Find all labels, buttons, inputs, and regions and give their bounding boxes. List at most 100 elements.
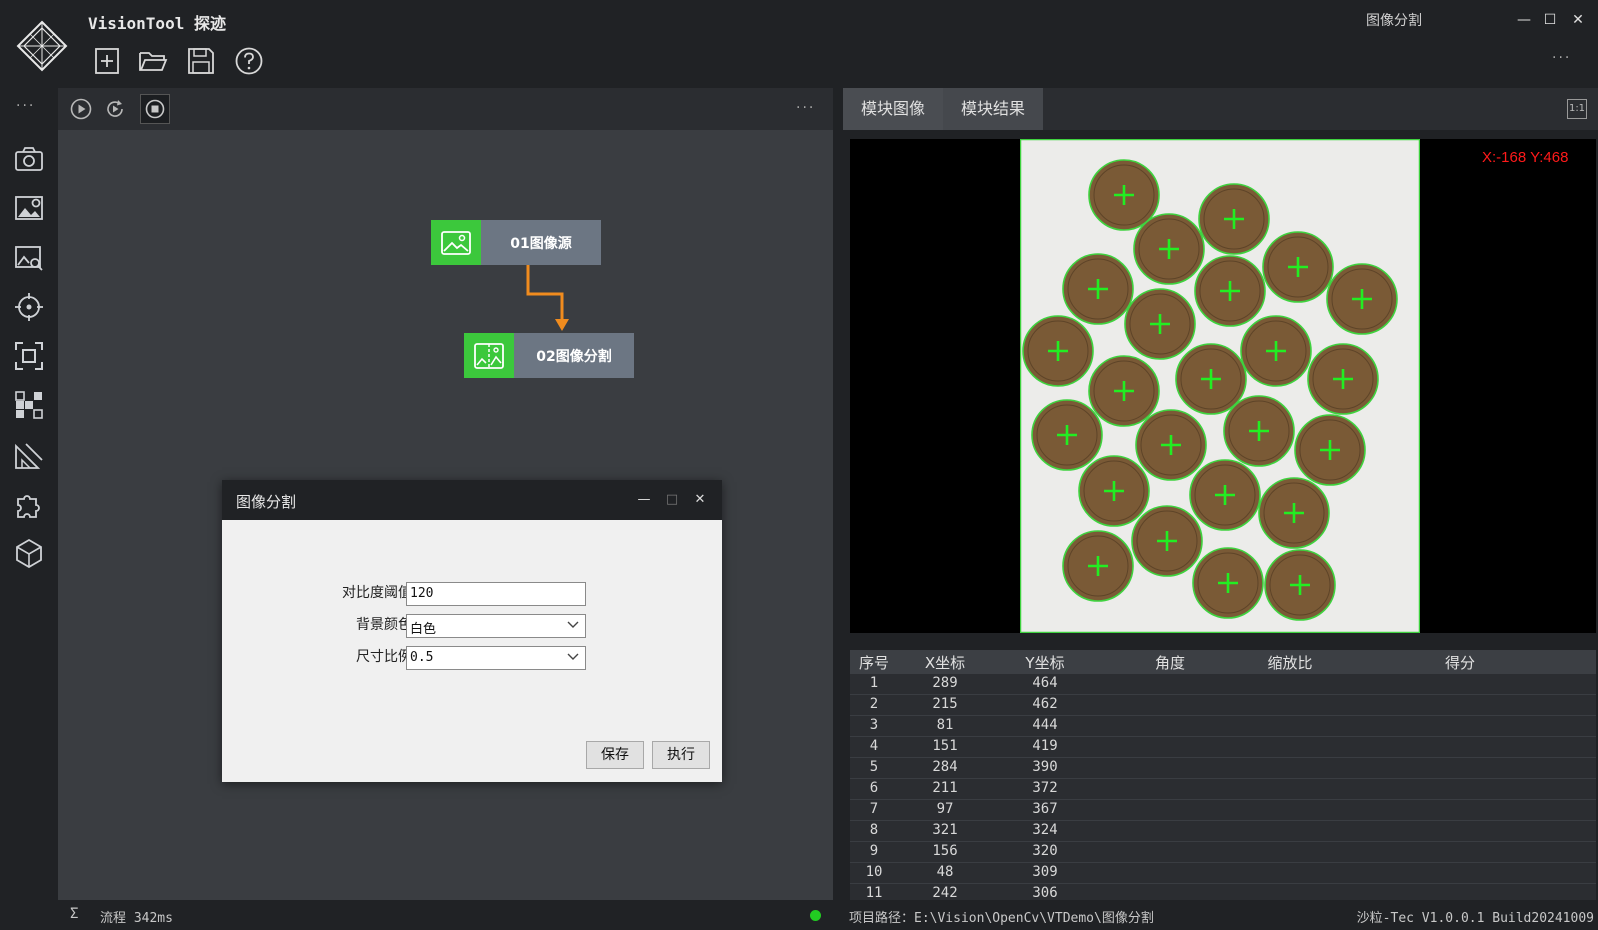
dialog-minimize-button[interactable]: — (634, 490, 654, 510)
background-color-value: 白色 (410, 622, 437, 637)
size-ratio-label: 尺寸比例 (356, 649, 412, 665)
flow-more-button[interactable]: ··· (796, 100, 815, 116)
table-cell: 321 (932, 822, 958, 838)
table-cell: 367 (1032, 801, 1058, 817)
plugin-icon[interactable] (14, 489, 44, 519)
size-ratio-value: 0.5 (410, 650, 434, 665)
table-cell: 2 (869, 696, 879, 712)
column-header: Y坐标 (1025, 654, 1065, 672)
table-cell: 320 (1032, 843, 1058, 859)
image-search-icon[interactable] (14, 243, 44, 273)
measure-icon[interactable] (14, 440, 44, 470)
table-row[interactable]: 3 81 444 (850, 716, 1596, 737)
help-icon[interactable] (234, 46, 264, 76)
table-cell: 324 (1032, 822, 1058, 838)
focus-frame-icon[interactable] (14, 341, 44, 371)
image-icon (431, 220, 481, 265)
open-folder-icon[interactable] (138, 46, 168, 76)
actual-size-button[interactable]: 1:1 (1567, 99, 1587, 119)
sidebar-more-button[interactable]: ··· (16, 98, 35, 114)
more-menu-button[interactable]: ··· (1552, 50, 1571, 66)
table-cell: 215 (932, 696, 958, 712)
flow-status-bar: Σ 流程 342ms (58, 900, 833, 930)
stop-button[interactable] (140, 94, 170, 124)
version-text: 沙粒-Tec V1.0.0.1 Build20241009 (1356, 911, 1594, 926)
table-cell: 156 (932, 843, 958, 859)
table-cell: 6 (869, 780, 879, 796)
image-settings-icon[interactable] (14, 193, 44, 223)
minimize-button[interactable]: — (1514, 10, 1534, 30)
table-row[interactable]: 5 284 390 (850, 758, 1596, 779)
run-once-icon[interactable] (70, 98, 92, 120)
close-button[interactable]: ✕ (1568, 10, 1588, 30)
flow-node-image-segmentation[interactable]: 02图像分割 (464, 333, 634, 378)
contrast-threshold-label: 对比度阈值 (342, 585, 412, 601)
table-cell: 444 (1032, 717, 1058, 733)
dialog-header: 图像分割 — □ ✕ (222, 480, 722, 520)
tab-module-result[interactable]: 模块结果 (943, 88, 1043, 130)
maximize-button[interactable]: ☐ (1540, 10, 1560, 30)
table-cell: 7 (869, 801, 879, 817)
table-cell: 10 (865, 864, 883, 880)
table-row[interactable]: 8 321 324 (850, 821, 1596, 842)
save-icon[interactable] (186, 46, 216, 76)
dialog-maximize-button[interactable]: □ (662, 490, 682, 510)
stop-icon (145, 99, 165, 119)
contrast-threshold-input[interactable]: 120 (406, 582, 586, 606)
table-cell: 97 (936, 801, 954, 817)
table-row[interactable]: 10 48 309 (850, 863, 1596, 884)
sidebar: ··· (0, 88, 58, 930)
flow-connector-arrow (526, 263, 569, 331)
column-header: 缩放比 (1267, 654, 1313, 672)
column-header: X坐标 (924, 654, 966, 672)
table-cell: 372 (1032, 780, 1058, 796)
flow-node-image-source[interactable]: 01图像源 (431, 220, 601, 265)
run-button[interactable]: 执行 (652, 741, 710, 769)
column-header: 得分 (1444, 654, 1475, 672)
table-header: 序号 X坐标 Y坐标 角度 缩放比 得分 (850, 650, 1596, 674)
image-viewer[interactable]: X:-168 Y:468 (850, 139, 1596, 633)
table-row[interactable]: 4 151 419 (850, 737, 1596, 758)
table-row[interactable]: 9 156 320 (850, 842, 1596, 863)
table-cell: 11 (865, 885, 883, 900)
pattern-icon[interactable] (14, 390, 44, 420)
table-cell: 8 (869, 822, 879, 838)
table-row[interactable]: 1 289 464 (850, 674, 1596, 695)
pane-splitter[interactable] (833, 88, 843, 930)
chevron-down-icon (567, 621, 579, 628)
table-cell: 242 (932, 885, 958, 900)
table-row[interactable]: 11 242 306 (850, 884, 1596, 900)
new-file-icon[interactable] (92, 46, 122, 76)
table-cell: 81 (936, 717, 954, 733)
target-icon[interactable] (14, 292, 44, 322)
background-color-label: 背景颜色 (356, 617, 412, 633)
tab-module-image[interactable]: 模块图像 (843, 88, 943, 130)
table-row[interactable]: 7 97 367 (850, 800, 1596, 821)
window-title: 图像分割 (1366, 13, 1422, 29)
app-title: VisionTool 探迹 (88, 14, 226, 33)
result-tabs: 模块图像 模块结果 1:1 (843, 88, 1598, 130)
background-color-select[interactable]: 白色 (406, 614, 586, 638)
dialog-close-button[interactable]: ✕ (690, 490, 710, 510)
flow-toolbar: ··· (58, 88, 833, 130)
table-cell: 462 (1032, 696, 1058, 712)
table-cell: 289 (932, 675, 958, 691)
app-logo-icon (16, 20, 68, 72)
table-row[interactable]: 6 211 372 (850, 779, 1596, 800)
dialog-title: 图像分割 (236, 493, 297, 511)
camera-icon[interactable] (14, 144, 44, 174)
size-ratio-select[interactable]: 0.5 (406, 646, 586, 670)
cube-icon[interactable] (14, 538, 44, 568)
segmentation-dialog: 图像分割 — □ ✕ 对比度阈值 120 背景颜色 白色 尺寸比例 0.5 保存… (222, 480, 722, 782)
save-button[interactable]: 保存 (586, 741, 644, 769)
node-label: 01图像源 (481, 220, 601, 265)
table-cell: 3 (869, 717, 879, 733)
segmented-coins-image (1020, 139, 1420, 633)
project-status-bar: 项目路径：E:\Vision\OpenCv\VTDemo\图像分割 沙粒-Tec… (843, 900, 1598, 930)
table-cell: 464 (1032, 675, 1058, 691)
run-loop-icon[interactable] (104, 98, 126, 120)
result-table[interactable]: 序号 X坐标 Y坐标 角度 缩放比 得分 1 289 464 2 215 462 3 81 44… (850, 650, 1596, 900)
table-cell: 390 (1032, 759, 1058, 775)
table-cell: 419 (1032, 738, 1058, 754)
table-row[interactable]: 2 215 462 (850, 695, 1596, 716)
